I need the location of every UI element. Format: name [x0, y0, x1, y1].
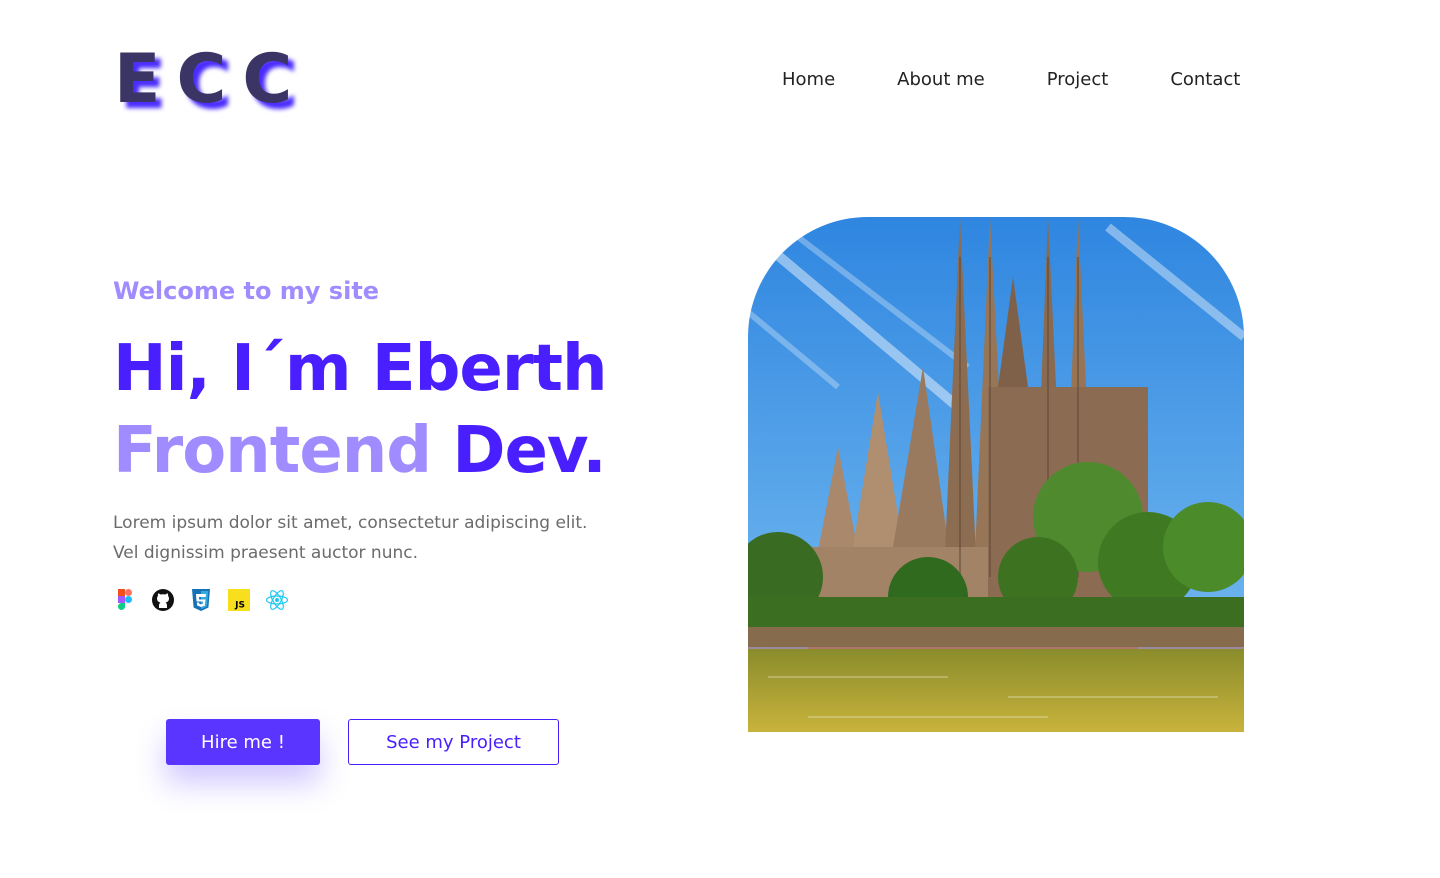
github-icon: [151, 588, 175, 612]
nav-project[interactable]: Project: [1047, 66, 1109, 94]
see-project-button[interactable]: See my Project: [348, 719, 559, 765]
nav-about[interactable]: About me: [897, 66, 985, 94]
logo[interactable]: ECC: [114, 40, 308, 120]
welcome-text: Welcome to my site: [113, 277, 380, 305]
hero-image: [748, 217, 1244, 732]
css3-icon: [189, 588, 213, 612]
hero-description: Lorem ipsum dolor sit amet, consectetur …: [113, 508, 673, 568]
headline-greeting: Hi, I´m Eberth: [113, 332, 608, 406]
hero-headline: Hi, I´m Eberth Frontend Dev.: [113, 328, 608, 492]
landing-page: ECC Home About me Project Contact Welcom…: [0, 0, 1440, 878]
js-badge-text: JS: [234, 601, 245, 611]
react-icon: [265, 588, 289, 612]
description-line-1: Lorem ipsum dolor sit amet, consectetur …: [113, 513, 588, 533]
main-nav: Home About me Project Contact: [782, 66, 1240, 94]
nav-contact[interactable]: Contact: [1170, 66, 1240, 94]
tech-icons: JS: [113, 588, 289, 612]
headline-role: Frontend: [113, 414, 432, 488]
headline-role-line: Frontend Dev.: [113, 410, 607, 492]
headline-suffix: Dev.: [431, 414, 606, 488]
description-line-2: Vel dignissim praesent auctor nunc.: [113, 543, 418, 563]
figma-icon: [113, 588, 137, 612]
javascript-icon: JS: [227, 588, 251, 612]
hire-me-button[interactable]: Hire me !: [166, 719, 320, 765]
nav-home[interactable]: Home: [782, 66, 835, 94]
